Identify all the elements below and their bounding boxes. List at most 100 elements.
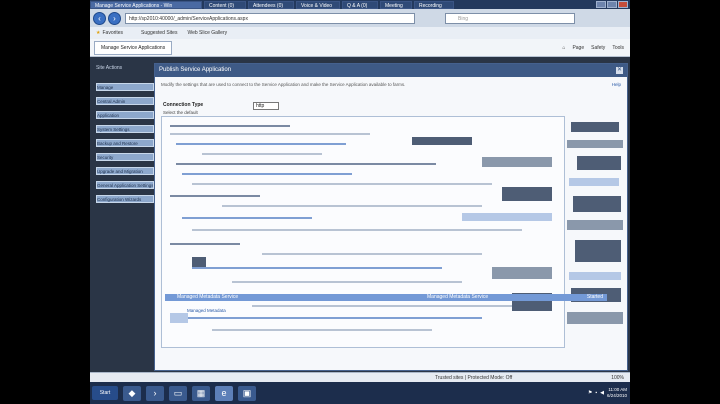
browser-tab-2[interactable]: Attendees (0) — [248, 0, 294, 9]
artifact-block — [575, 240, 621, 262]
publish-dialog: Publish Service Application ✕ Modify the… — [154, 63, 628, 371]
server-manager-icon[interactable]: ◆ — [123, 385, 141, 401]
quick-launch-item[interactable]: Application — [96, 111, 154, 119]
command-tools[interactable]: Tools — [612, 45, 624, 51]
system-tray: ⚑ ▪ ◀ 11:00 AM 6/24/2010 — [588, 387, 627, 399]
maximize-button[interactable] — [607, 1, 617, 8]
dialog-title-bar: Publish Service Application ✕ — [155, 64, 627, 77]
selected-row-name: Managed Metadata Service — [177, 294, 239, 300]
minimize-button[interactable] — [596, 1, 606, 8]
quick-launch: Manage Central Admin Application System … — [96, 83, 156, 323]
dialog-intro: Modify the settings that are used to con… — [161, 82, 621, 94]
browser-tab-4[interactable]: Q & A (0) — [342, 0, 378, 9]
address-bar-row: ‹ › http://sp2010:40000/_admin/ServiceAp… — [90, 9, 630, 27]
connection-type-label: Connection Type — [163, 102, 204, 108]
dialog-close-icon[interactable]: ✕ — [616, 67, 623, 74]
address-input[interactable]: http://sp2010:40000/_admin/ServiceApplic… — [125, 12, 415, 24]
clock-date: 6/24/2010 — [606, 393, 627, 398]
forward-button[interactable]: › — [108, 11, 121, 25]
favorites-item-suggested[interactable]: Suggested Sites — [141, 30, 177, 36]
search-input[interactable]: Bing — [445, 12, 575, 24]
start-button[interactable]: Start — [92, 386, 118, 400]
artifact-block — [567, 312, 623, 324]
text-line — [232, 281, 462, 283]
artifact-block — [573, 196, 621, 212]
artifact-block — [412, 137, 472, 145]
close-button[interactable] — [618, 1, 628, 8]
explorer-folder-icon[interactable]: ▭ — [169, 385, 187, 401]
text-line — [170, 243, 240, 245]
artifact-block — [462, 213, 552, 221]
next-service-row[interactable]: Managed Metadata — [187, 308, 226, 313]
quick-launch-item[interactable]: Security — [96, 153, 154, 161]
artifact-block — [577, 156, 621, 170]
text-line — [182, 173, 352, 175]
browser-tab-0[interactable]: Manage Service Applications - Win — [90, 0, 202, 9]
back-arrow-icon: ‹ — [98, 13, 101, 23]
artifact-column — [567, 116, 623, 346]
home-icon[interactable]: ⌂ — [562, 45, 565, 51]
sharepoint-page: Site Actions Manage Central Admin Applic… — [90, 57, 630, 372]
flag-icon[interactable]: ⚑ — [588, 390, 592, 396]
artifact-block — [170, 313, 188, 323]
favorites-item-web-slice[interactable]: Web Slice Gallery — [187, 30, 227, 36]
text-line — [176, 163, 436, 165]
quick-launch-item[interactable]: Backup and Restore — [96, 139, 154, 147]
internet-explorer-icon[interactable]: e — [215, 385, 233, 401]
powershell-icon[interactable]: › — [146, 385, 164, 401]
window-controls — [596, 1, 628, 8]
forward-arrow-icon: › — [113, 13, 116, 23]
quick-launch-item[interactable]: Central Admin — [96, 97, 154, 105]
clock[interactable]: 11:00 AM 6/24/2010 — [607, 387, 627, 399]
text-line — [252, 305, 512, 307]
back-button[interactable]: ‹ — [93, 11, 106, 25]
artifact-block — [492, 267, 552, 279]
browser-tab-bar: Manage Service Applications - Win Conten… — [90, 0, 630, 9]
text-line — [222, 205, 482, 207]
page-tab-row: Manage Service Applications ⌂ Page Safet… — [90, 39, 630, 57]
quick-launch-item[interactable]: Configuration Wizards — [96, 195, 154, 203]
help-link[interactable]: Help — [612, 82, 621, 87]
text-line — [202, 153, 322, 155]
artifact-block — [567, 220, 623, 230]
artifact-block — [569, 272, 621, 280]
command-safety[interactable]: Safety — [591, 45, 605, 51]
browser-tab-5[interactable]: Meeting — [380, 0, 412, 9]
site-actions[interactable]: Site Actions — [96, 65, 156, 75]
browser-tab-1[interactable]: Content (0) — [204, 0, 246, 9]
browser-tab-6[interactable]: Recording — [414, 0, 454, 9]
quick-launch-item[interactable]: Upgrade and Migration — [96, 167, 154, 175]
tools-icon[interactable]: ▣ — [238, 385, 256, 401]
connection-type-select[interactable]: http — [253, 102, 279, 110]
text-line — [170, 125, 290, 127]
artifact-block — [502, 187, 552, 201]
command-page[interactable]: Page — [572, 45, 584, 51]
network-icon[interactable]: ▦ — [192, 385, 210, 401]
selected-row-status: Started — [586, 294, 603, 300]
artifact-block — [571, 122, 619, 132]
text-line — [172, 317, 482, 319]
favorites-button[interactable]: ★ Favorites — [96, 30, 123, 36]
text-line — [176, 143, 346, 145]
text-line — [170, 133, 370, 135]
garbled-content-pane — [161, 116, 565, 348]
quick-launch-item[interactable]: System Settings — [96, 125, 154, 133]
network-tray-icon[interactable]: ▪ — [595, 390, 597, 396]
browser-tab-3[interactable]: Voice & Video — [296, 0, 340, 9]
quick-launch-item[interactable]: General Application Settings — [96, 181, 154, 189]
page-tab[interactable]: Manage Service Applications — [94, 40, 173, 55]
dialog-title: Publish Service Application — [159, 67, 232, 73]
selected-row-type: Managed Metadata Service — [427, 294, 489, 300]
command-bar: ⌂ Page Safety Tools — [562, 45, 624, 51]
text-line — [182, 217, 312, 219]
artifact-block — [192, 257, 206, 267]
star-icon: ★ — [96, 30, 101, 36]
connection-type-description: Select the default — [163, 110, 198, 115]
taskbar: Start ◆ › ▭ ▦ e ▣ ⚑ ▪ ◀ 11:00 AM 6/24/20… — [90, 382, 630, 404]
selected-service-row[interactable]: Managed Metadata Service Managed Metadat… — [165, 294, 607, 301]
quick-launch-item[interactable]: Manage — [96, 83, 154, 91]
favorites-label: Favorites — [102, 30, 124, 36]
remote-desktop-screen: Manage Service Applications - Win Conten… — [90, 0, 630, 404]
volume-icon[interactable]: ◀ — [600, 390, 604, 396]
text-line — [192, 229, 522, 231]
